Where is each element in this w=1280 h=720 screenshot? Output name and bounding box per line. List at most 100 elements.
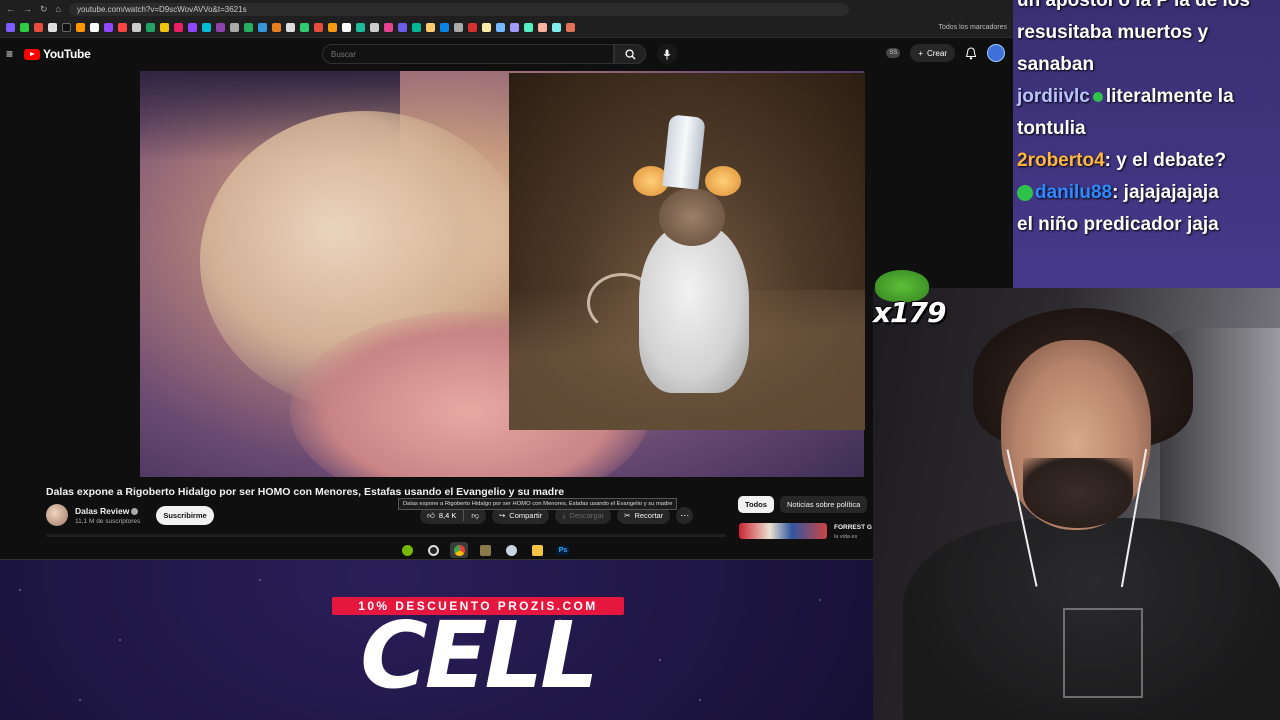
bookmark-icon[interactable]	[188, 23, 197, 32]
recommended-thumbnail[interactable]	[739, 523, 827, 539]
app-icon[interactable]	[476, 542, 494, 558]
mouse-head	[659, 188, 725, 246]
reload-icon[interactable]: ↻	[40, 4, 48, 15]
bookmark-icon[interactable]	[6, 23, 15, 32]
bookmark-icon[interactable]	[258, 23, 267, 32]
subscribe-button[interactable]: Suscribirme	[156, 506, 214, 525]
description-box-edge	[46, 534, 726, 537]
channel-avatar[interactable]	[46, 504, 68, 526]
photoshop-label: Ps	[556, 545, 570, 555]
search-input[interactable]	[322, 44, 614, 64]
bookmark-icon[interactable]	[202, 23, 211, 32]
chip-politics-news[interactable]: Noticias sobre política	[779, 496, 868, 513]
all-bookmarks-link[interactable]: Todos los marcadores	[939, 24, 1007, 31]
bookmark-icon[interactable]	[104, 23, 113, 32]
nvidia-icon[interactable]	[398, 542, 416, 558]
chat-message: danilu88: jajajajajaja	[1017, 177, 1279, 209]
subscriber-count: 11,1 M de suscriptores	[75, 518, 141, 525]
bookmark-icon[interactable]	[34, 23, 43, 32]
download-icon: ⤓	[562, 510, 566, 520]
mouse-ear-right	[705, 166, 741, 196]
search-bar	[322, 44, 646, 64]
bookmark-icon[interactable]	[496, 23, 505, 32]
bookmark-icon[interactable]	[230, 23, 239, 32]
bookmark-icon[interactable]	[468, 23, 477, 32]
bookmark-icon[interactable]	[286, 23, 295, 32]
chat-line: sanaban	[1017, 54, 1095, 75]
bookmark-icon[interactable]	[328, 23, 337, 32]
bookmark-icon[interactable]	[132, 23, 141, 32]
bookmark-icon[interactable]	[272, 23, 281, 32]
channel-name[interactable]: Dalas Review	[75, 506, 139, 516]
video-title: Dalas expone a Rigoberto Hidalgo por ser…	[46, 486, 565, 498]
chat-line: resusitaba muertos y	[1017, 22, 1209, 43]
create-button[interactable]: + Crear	[910, 44, 955, 62]
like-count: 8,4 K	[438, 511, 457, 520]
bookmark-icon[interactable]	[174, 23, 183, 32]
title-tooltip: Dalas expone a Rigoberto Hidalgo por ser…	[398, 498, 678, 510]
bookmark-icon[interactable]	[482, 23, 491, 32]
bookmark-icon[interactable]	[370, 23, 379, 32]
bookmark-icon[interactable]	[356, 23, 365, 32]
bookmark-icon[interactable]	[566, 23, 575, 32]
bookmark-icon[interactable]	[20, 23, 29, 32]
badge-icon	[1017, 184, 1033, 201]
obs-icon[interactable]	[424, 542, 442, 558]
bookmark-icon[interactable]	[538, 23, 547, 32]
bookmark-icon[interactable]	[552, 23, 561, 32]
more-actions-button[interactable]: ⋯	[676, 507, 694, 524]
taskbar: Ps	[398, 542, 572, 558]
address-bar[interactable]: youtube.com/watch?v=D9scWovAVVo&t=3621s	[68, 2, 849, 16]
bell-icon[interactable]	[965, 46, 977, 60]
bookmark-icon[interactable]	[244, 23, 253, 32]
forward-icon[interactable]: →	[23, 4, 32, 14]
bookmark-icon[interactable]	[216, 23, 225, 32]
bookmark-icon[interactable]	[62, 23, 71, 32]
bookmark-icon[interactable]	[76, 23, 85, 32]
voice-search-button[interactable]	[657, 44, 677, 64]
back-icon[interactable]: ←	[6, 4, 15, 14]
bookmarks-bar: Todos los marcadores	[0, 18, 1013, 38]
bookmark-icon[interactable]	[160, 23, 169, 32]
bookmark-icon[interactable]	[510, 23, 519, 32]
avatar[interactable]	[987, 44, 1005, 62]
bookmark-icon[interactable]	[300, 23, 309, 32]
chat-line: un apóstol o la P la de los	[1017, 0, 1250, 11]
menu-icon[interactable]: ≡	[6, 47, 20, 61]
bookmark-icon[interactable]	[146, 23, 155, 32]
ss-badge[interactable]: SS	[886, 48, 901, 58]
bookmark-icon[interactable]	[384, 23, 393, 32]
folder-icon[interactable]	[528, 542, 546, 558]
home-icon[interactable]: ⌂	[56, 4, 61, 14]
bookmark-icon[interactable]	[440, 23, 449, 32]
share-icon: ↪	[498, 511, 506, 520]
chrome-icon[interactable]	[450, 542, 468, 558]
thumbs-up-icon: 👍︎	[427, 510, 435, 520]
verified-icon	[131, 508, 139, 516]
bookmark-icon[interactable]	[90, 23, 99, 32]
bookmark-icon[interactable]	[454, 23, 463, 32]
youtube-logo[interactable]: YouTube	[24, 47, 91, 61]
bookmark-icon[interactable]	[314, 23, 323, 32]
bookmark-icon[interactable]	[412, 23, 421, 32]
chat-text: : y el debate?	[1104, 150, 1227, 171]
bookmark-icon[interactable]	[48, 23, 57, 32]
photoshop-icon[interactable]: Ps	[554, 542, 572, 558]
recommended-title[interactable]: FORREST G	[834, 524, 872, 531]
chat-line: el niño predicador jaja	[1017, 214, 1219, 235]
chip-all[interactable]: Todos	[738, 496, 774, 513]
microphone-icon	[663, 49, 671, 59]
emote-combo: x179	[873, 268, 947, 329]
bookmark-icon[interactable]	[342, 23, 351, 32]
bookmark-icon[interactable]	[118, 23, 127, 32]
chat-text: : jajajajajaja	[1112, 182, 1219, 203]
steam-icon[interactable]	[502, 542, 520, 558]
bookmark-icon[interactable]	[398, 23, 407, 32]
bookmark-icon[interactable]	[426, 23, 435, 32]
youtube-header: ≡ YouTube SS + Crear	[0, 38, 1013, 70]
chat-message: 2roberto4: y el debate?	[1017, 145, 1279, 177]
bookmark-icon[interactable]	[524, 23, 533, 32]
search-button[interactable]	[614, 44, 646, 64]
promo-code: CELL	[360, 602, 599, 709]
overlay-gif-mouse	[509, 73, 865, 430]
